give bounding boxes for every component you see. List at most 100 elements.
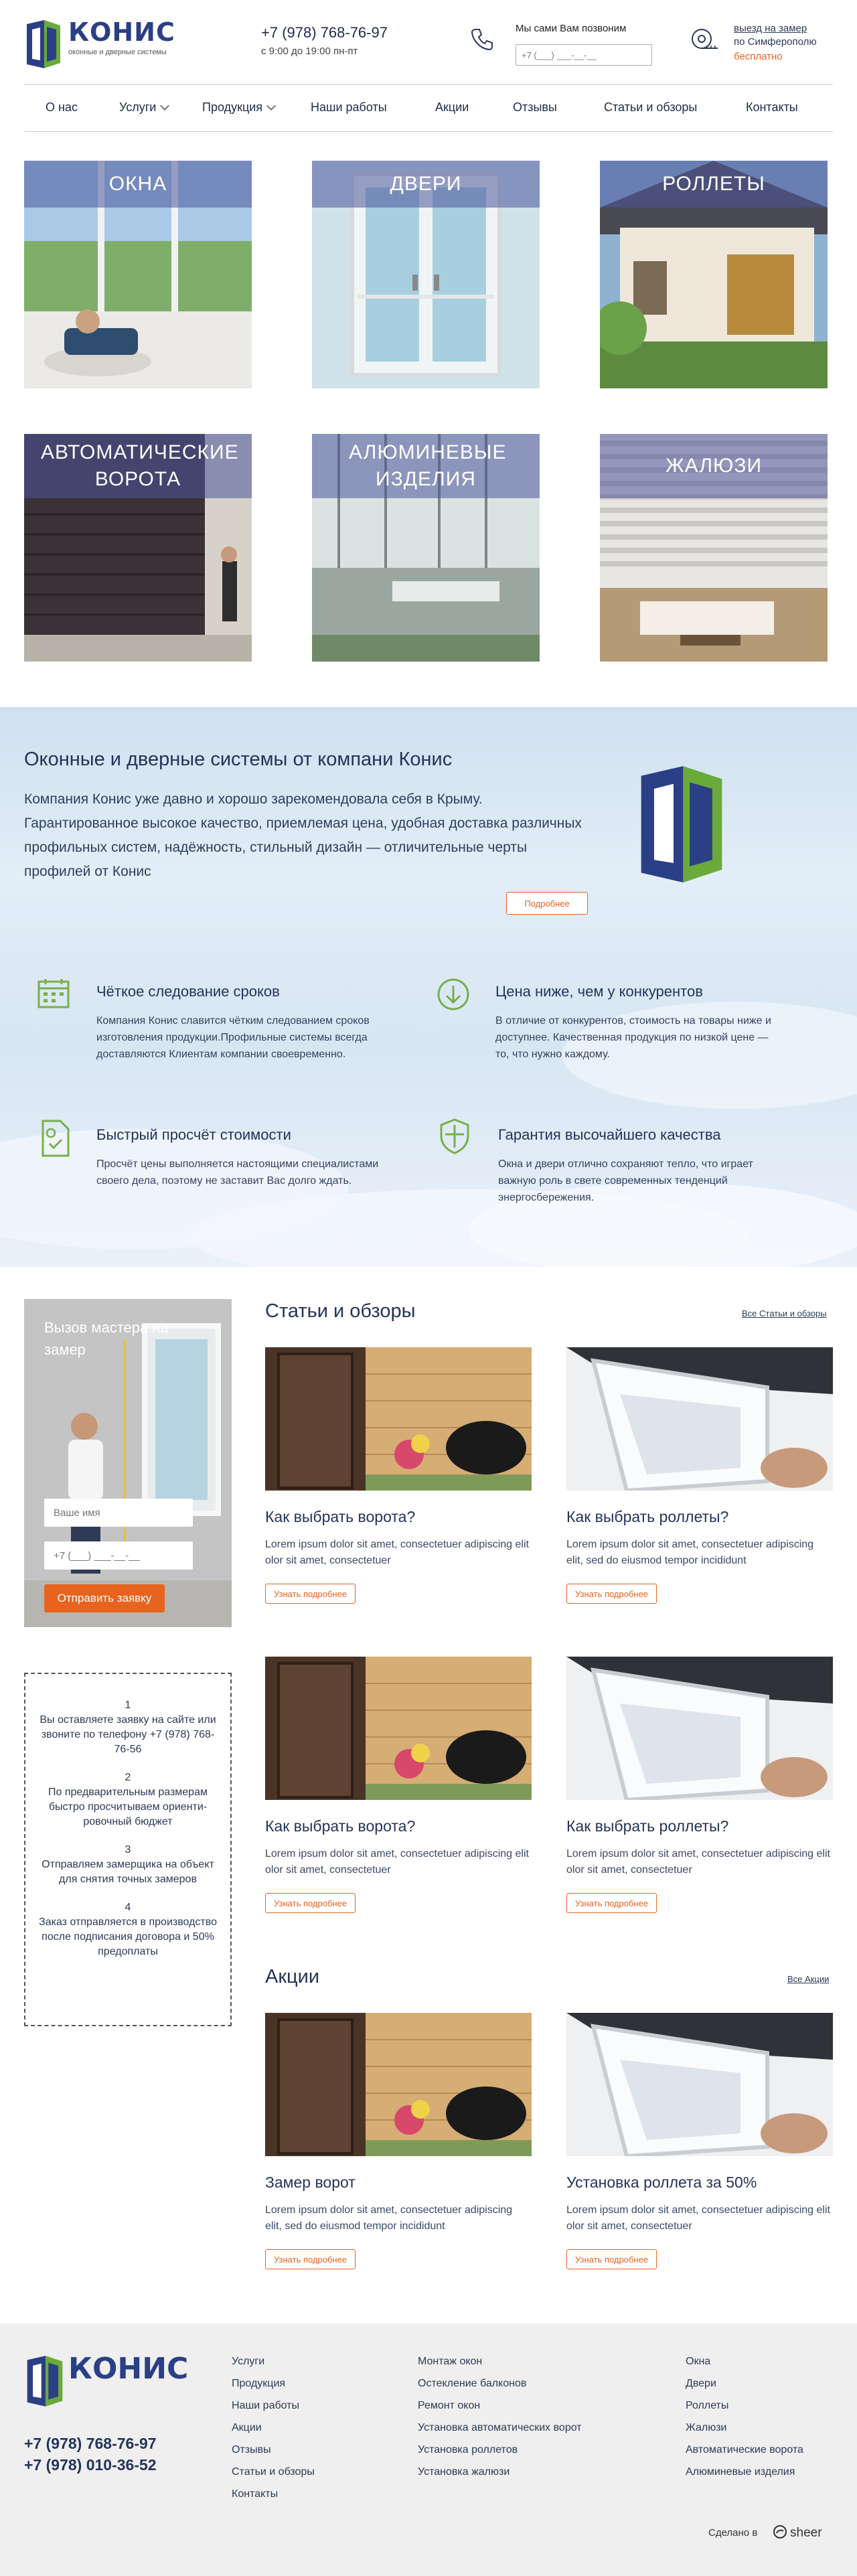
footer-link[interactable]: Установка автоматических ворот — [418, 2417, 582, 2439]
about-title: Оконные и дверные системы от компани Кон… — [24, 749, 453, 770]
article-card[interactable]: Как выбрать ворота? Lorem ipsum dolor si… — [265, 1657, 532, 1913]
category-tile-aluminium[interactable]: АЛЮМИНЕВЫЕ ИЗДЕЛИЯ — [312, 434, 540, 662]
tile-label-band: АЛЮМИНЕВЫЕ ИЗДЕЛИЯ — [312, 434, 540, 498]
promo-card[interactable]: Установка роллета за 50% Lorem ipsum dol… — [566, 2013, 833, 2269]
nav-item-about[interactable]: О нас — [46, 100, 78, 115]
promo-title: Замер ворот — [265, 2174, 356, 2191]
promos-title: Акции — [265, 1966, 320, 1987]
step-number: 1 — [125, 1699, 131, 1711]
footer-link[interactable]: Установка жалюзи — [418, 2461, 582, 2483]
measure-link[interactable]: выезд на замер — [734, 23, 807, 34]
tape-measure-icon — [692, 29, 718, 49]
header-phone[interactable]: +7 (978) 768-76-97 — [261, 24, 388, 42]
footer-link[interactable]: Услуги — [232, 2350, 315, 2372]
nav-item-label: Отзывы — [513, 100, 557, 114]
sheer-logo-icon[interactable] — [773, 2524, 787, 2539]
step-text: Вы оставляете заявку на сайте или звонит… — [40, 1714, 216, 1755]
article-more-button[interactable]: Узнать подробнее — [566, 1893, 657, 1913]
promo-more-button[interactable]: Узнать подробнее — [265, 2249, 356, 2269]
article-image — [265, 1347, 532, 1491]
article-card[interactable]: Как выбрать роллеты? Lorem ipsum dolor s… — [566, 1657, 833, 1913]
promo-more-button[interactable]: Узнать подробнее — [566, 2249, 657, 2269]
footer-link[interactable]: Автоматические ворота — [686, 2439, 803, 2461]
promo-card[interactable]: Замер ворот Lorem ipsum dolor sit amet, … — [265, 2013, 532, 2269]
footer-phone[interactable]: +7 (978) 010-36-52 — [24, 2456, 157, 2474]
footer-link[interactable]: Двери — [686, 2372, 803, 2395]
callback-title: Мы сами Вам позвоним — [516, 23, 627, 34]
nav-item-contacts[interactable]: Контакты — [746, 100, 798, 115]
all-articles-link[interactable]: Все Статьи и обзоры — [742, 1308, 827, 1318]
tile-label: РОЛЛЕТЫ — [662, 173, 765, 195]
tile-label-band: РОЛЛЕТЫ — [600, 161, 828, 208]
promo-text: Lorem ipsum dolor sit amet, consectetuer… — [265, 2204, 513, 2232]
logo-icon — [641, 766, 722, 883]
submit-request-button[interactable]: Отправить заявку — [44, 1584, 165, 1612]
logo-subtitle: оконные и дверные системы — [68, 48, 167, 56]
studio-name[interactable]: sheer — [790, 2526, 822, 2541]
footer-link[interactable]: Ремонт окон — [418, 2395, 582, 2417]
nav-item-label: Услуги — [119, 100, 157, 114]
nav-item-reviews[interactable]: Отзывы — [513, 100, 557, 115]
footer-phone[interactable]: +7 (978) 768-76-97 — [24, 2435, 157, 2453]
footer-link[interactable]: Статьи и обзоры — [232, 2461, 315, 2483]
feature-text: Компания Конис славится чётким следовани… — [96, 1015, 370, 1060]
callback-phone-input[interactable] — [516, 44, 652, 66]
article-more-button[interactable]: Узнать подробнее — [566, 1584, 657, 1604]
footer-logo-text[interactable]: КОНИС — [68, 2352, 188, 2386]
feature-title: Чёткое следование сроков — [96, 983, 280, 1000]
nav-item-articles[interactable]: Статьи и обзоры — [604, 100, 697, 115]
tile-label: АВТОМАТИЧЕСКИЕ ВОРОТА — [41, 441, 239, 490]
name-input[interactable] — [44, 1499, 193, 1527]
category-tile-gates[interactable]: АВТОМАТИЧЕСКИЕ ВОРОТА — [24, 434, 252, 662]
working-hours: с 9:00 до 19:00 пн-пт — [261, 46, 358, 57]
chevron-down-icon — [160, 100, 170, 110]
logo-text[interactable]: КОНИС — [68, 17, 175, 47]
feature-text: Окна и двери отлично сохраняют тепло, чт… — [498, 1158, 753, 1203]
footer-menu: Услуги Продукция Наши работы Акции Отзыв… — [232, 2350, 315, 2505]
footer-link[interactable]: Жалюзи — [686, 2417, 803, 2439]
logo-icon[interactable] — [24, 2354, 66, 2408]
feature-title: Быстрый просчёт стоимости — [96, 1126, 291, 1143]
footer-link[interactable]: Роллеты — [686, 2395, 803, 2417]
footer-link[interactable]: Алюминевые изделия — [686, 2461, 803, 2483]
footer-link[interactable]: Монтаж окон — [418, 2350, 582, 2372]
article-more-button[interactable]: Узнать подробнее — [265, 1584, 356, 1604]
category-tile-blinds[interactable]: ЖАЛЮЗИ — [600, 434, 828, 662]
nav-item-label: О нас — [46, 100, 78, 114]
feature-title: Гарантия высочайшего качества — [498, 1126, 721, 1143]
tile-label: АЛЮМИНЕВЫЕ ИЗДЕЛИЯ — [349, 441, 507, 490]
about-more-button[interactable]: Подробнее — [506, 892, 588, 915]
step-text: По предварительным размерам быстро просч… — [48, 1787, 208, 1827]
arrow-down-circle-icon — [437, 978, 469, 1010]
article-text: Lorem ipsum dolor sit amet, consectetuer… — [566, 1539, 814, 1566]
article-card[interactable]: Как выбрать ворота? Lorem ipsum dolor si… — [265, 1347, 532, 1604]
step-text: Отправляем замерщика на объект для сняти… — [42, 1859, 214, 1885]
nav-divider-bottom — [24, 131, 833, 132]
nav-item-products[interactable]: Продукция — [202, 100, 277, 115]
footer-link[interactable]: Окна — [686, 2350, 803, 2372]
footer-link[interactable]: Акции — [232, 2417, 315, 2439]
category-tile-doors[interactable]: ДВЕРИ — [312, 161, 540, 388]
nav-item-promos[interactable]: Акции — [435, 100, 469, 115]
footer-link[interactable]: Продукция — [232, 2372, 315, 2395]
article-card[interactable]: Как выбрать роллеты? Lorem ipsum dolor s… — [566, 1347, 833, 1604]
category-tile-rollers[interactable]: РОЛЛЕТЫ — [600, 161, 828, 388]
measure-city: по Симферополю — [734, 36, 817, 48]
article-more-button[interactable]: Узнать подробнее — [265, 1893, 356, 1913]
made-by-label: Сделано в — [708, 2527, 758, 2539]
phone-input[interactable] — [44, 1541, 193, 1570]
footer-link[interactable]: Контакты — [232, 2483, 315, 2505]
step-number: 3 — [125, 1844, 131, 1855]
category-tile-windows[interactable]: ОКНА — [24, 161, 252, 388]
nav-item-works[interactable]: Наши работы — [311, 100, 387, 115]
footer-link[interactable]: Отзывы — [232, 2439, 315, 2461]
all-promos-link[interactable]: Все Акции — [787, 1974, 829, 1984]
article-title: Как выбрать ворота? — [265, 1817, 416, 1835]
nav-item-services[interactable]: Услуги — [119, 100, 170, 115]
footer-link[interactable]: Наши работы — [232, 2395, 315, 2417]
logo-icon[interactable] — [24, 19, 63, 70]
footer-link[interactable]: Установка роллетов — [418, 2439, 582, 2461]
footer-link[interactable]: Остекление балконов — [418, 2372, 582, 2395]
document-check-icon — [42, 1120, 70, 1157]
nav-item-label: Акции — [435, 100, 469, 114]
